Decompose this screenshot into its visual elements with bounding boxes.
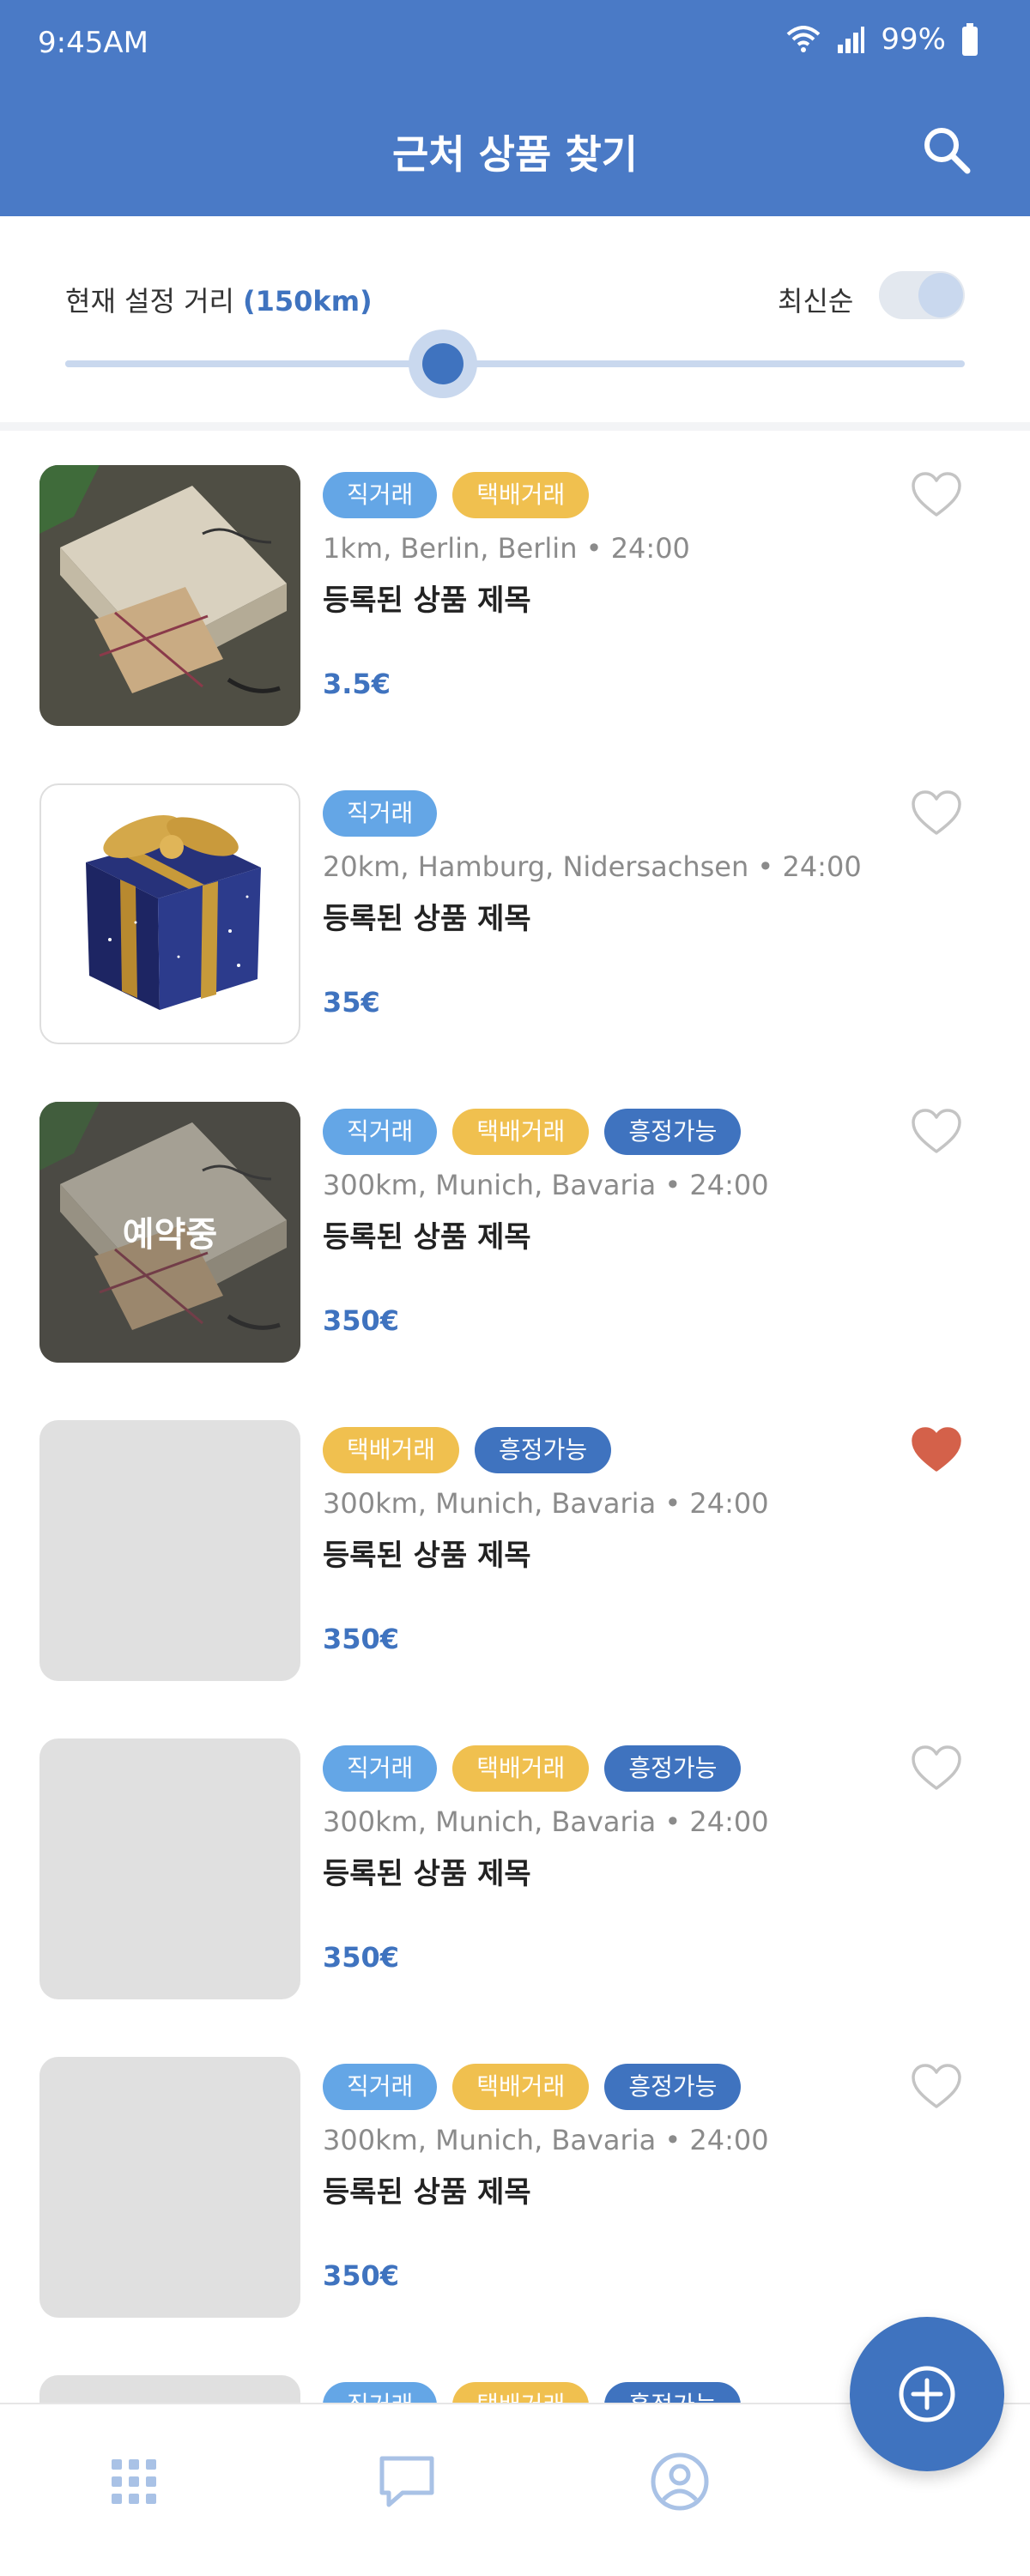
product-title: 등록된 상품 제목 <box>323 584 531 618</box>
status-icons: 99% <box>786 22 978 57</box>
trade-tags: 직거래 택배거래 흥정가능 <box>323 1109 742 1155</box>
gift-box-image <box>86 815 261 1010</box>
distance-filter: 현재 설정 거리 (150km) 최신순 <box>0 216 1030 431</box>
product-item[interactable]: 직거래 택배거래 1km, Berlin, Berlin • 24:00 등록된 … <box>0 431 1030 749</box>
product-item[interactable]: 예약중 직거래 택배거래 흥정가능 300km, Munich, Bavaria •… <box>0 1067 1030 1386</box>
product-thumbnail[interactable]: 예약중 <box>39 1102 300 1363</box>
app-screen: 9:45AM 99% 근처 상품 찾기 현재 설정 거리 (150km) 최신순… <box>0 0 1030 2576</box>
heart-icon[interactable] <box>910 789 963 837</box>
product-price: 350€ <box>323 1304 400 1337</box>
reserved-label: 예약중 <box>122 1215 218 1255</box>
product-location: 300km, Munich, Bavaria • 24:00 <box>323 1487 769 1520</box>
profile-icon <box>651 2452 709 2511</box>
battery-icon <box>962 23 978 56</box>
chat-icon <box>379 2456 434 2507</box>
product-item[interactable]: 직거래 택배거래 흥정가능 300km, Munich, Bavaria • 24:… <box>0 1704 1030 2023</box>
product-thumbnail[interactable] <box>39 2057 300 2318</box>
product-item[interactable]: 직거래 택배거래 흥정가능 300km, Munich, Bavaria • 24:… <box>0 2023 1030 2341</box>
product-location: 20km, Hamburg, Nidersachsen • 24:00 <box>323 850 862 883</box>
sort-label: 최신순 <box>778 285 854 317</box>
search-icon <box>924 128 971 174</box>
product-title: 등록된 상품 제목 <box>323 1539 531 1573</box>
heart-icon[interactable] <box>910 1744 963 1792</box>
trade-type-tag: 택배거래 <box>452 2064 590 2110</box>
product-item[interactable]: 택배거래 흥정가능 300km, Munich, Bavaria • 24:00 … <box>0 1386 1030 1704</box>
trade-tags: 직거래 택배거래 <box>323 472 590 518</box>
trade-type-tag: 흥정가능 <box>604 1109 742 1155</box>
wifi-icon <box>787 26 821 52</box>
trade-type-tag: 택배거래 <box>452 472 590 518</box>
heart-icon[interactable] <box>910 470 963 518</box>
trade-type-tag: 흥정가능 <box>604 1745 742 1792</box>
add-product-button[interactable] <box>850 2317 1004 2471</box>
trade-tags: 직거래 택배거래 흥정가능 <box>323 1745 742 1792</box>
trade-type-tag: 직거래 <box>323 472 438 518</box>
page-title: 근처 상품 찾기 <box>392 131 638 178</box>
product-title: 등록된 상품 제목 <box>323 1220 531 1255</box>
nav-chat-button[interactable] <box>373 2447 441 2516</box>
trade-type-tag: 흥정가능 <box>475 1427 612 1473</box>
product-item[interactable]: 직거래 20km, Hamburg, Nidersachsen • 24:00 … <box>0 749 1030 1067</box>
search-button[interactable] <box>917 120 977 180</box>
nav-profile-button[interactable] <box>645 2447 714 2516</box>
sort-toggle[interactable] <box>879 271 965 319</box>
trade-type-tag: 택배거래 <box>452 1745 590 1792</box>
trade-tags: 택배거래 흥정가능 <box>323 1427 612 1473</box>
trade-type-tag: 직거래 <box>323 790 438 837</box>
product-location: 1km, Berlin, Berlin • 24:00 <box>323 532 690 565</box>
status-time: 9:45AM <box>38 26 148 60</box>
product-price: 350€ <box>323 1623 400 1655</box>
product-title: 등록된 상품 제목 <box>323 902 531 936</box>
trade-type-tag: 직거래 <box>323 1109 438 1155</box>
grid-icon <box>112 2459 156 2504</box>
trade-type-tag: 택배거래 <box>452 1109 590 1155</box>
trade-tags: 직거래 <box>323 790 438 837</box>
heart-icon[interactable] <box>910 2062 963 2110</box>
distance-label: 현재 설정 거리 <box>65 285 234 317</box>
sort-toggle-knob <box>918 273 963 317</box>
wrapped-gift-image <box>39 465 300 726</box>
product-thumbnail[interactable] <box>39 783 300 1044</box>
product-price: 3.5€ <box>323 668 391 700</box>
product-price: 350€ <box>323 2259 400 2292</box>
app-header: 9:45AM 99% 근처 상품 찾기 <box>0 0 1030 216</box>
nav-home-button[interactable] <box>100 2447 168 2516</box>
trade-tags: 직거래 택배거래 흥정가능 <box>323 2064 742 2110</box>
product-location: 300km, Munich, Bavaria • 24:00 <box>323 2124 769 2156</box>
product-thumbnail[interactable] <box>39 1738 300 1999</box>
product-price: 350€ <box>323 1941 400 1974</box>
product-location: 300km, Munich, Bavaria • 24:00 <box>323 1169 769 1201</box>
trade-type-tag: 흥정가능 <box>604 2064 742 2110</box>
product-price: 35€ <box>323 986 380 1019</box>
distance-slider-fill <box>65 360 444 367</box>
add-icon <box>899 2366 955 2422</box>
distance-slider-thumb[interactable] <box>409 330 478 398</box>
product-location: 300km, Munich, Bavaria • 24:00 <box>323 1805 769 1838</box>
battery-percent: 99% <box>881 22 946 57</box>
product-thumbnail[interactable] <box>39 465 300 726</box>
distance-label-row: 현재 설정 거리 (150km) <box>65 280 373 319</box>
product-title: 등록된 상품 제목 <box>323 2175 531 2210</box>
product-thumbnail[interactable] <box>39 1420 300 1681</box>
heart-filled-icon[interactable] <box>910 1425 963 1473</box>
distance-slider[interactable] <box>65 330 965 398</box>
signal-icon <box>838 27 865 53</box>
trade-type-tag: 직거래 <box>323 2064 438 2110</box>
trade-type-tag: 직거래 <box>323 1745 438 1792</box>
trade-type-tag: 택배거래 <box>323 1427 460 1473</box>
heart-icon[interactable] <box>910 1107 963 1155</box>
product-list: 직거래 택배거래 1km, Berlin, Berlin • 24:00 등록된 … <box>0 431 1030 2576</box>
product-title: 등록된 상품 제목 <box>323 1857 531 1891</box>
distance-value: (150km) <box>242 285 373 317</box>
